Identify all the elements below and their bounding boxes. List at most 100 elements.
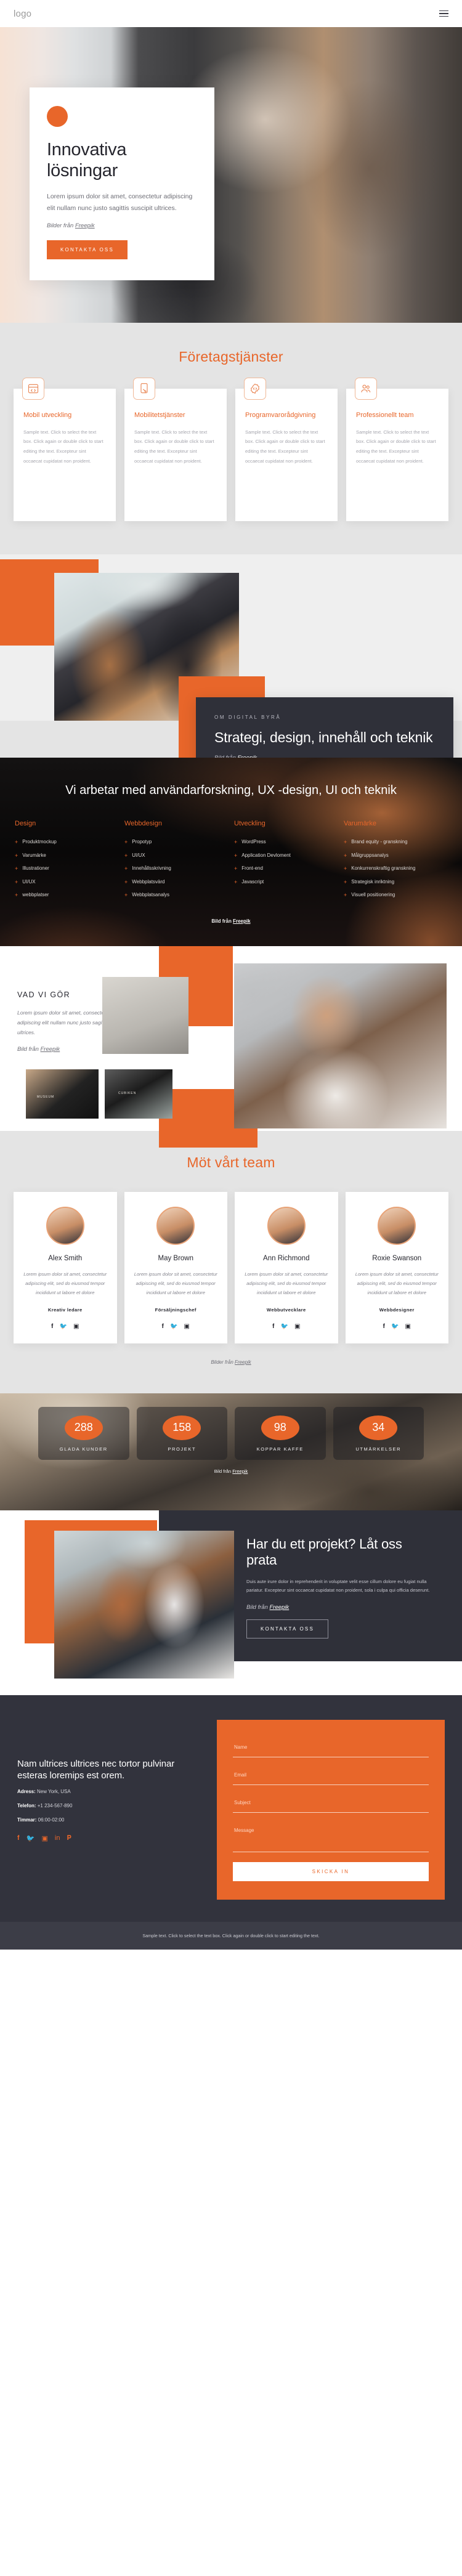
work-column-list: + WordPress + Application Devloment + Front… [234, 836, 338, 889]
pinterest-icon[interactable]: 𝐏 [67, 1834, 71, 1842]
team-member-role: Webbdesigner [379, 1306, 415, 1313]
email-field[interactable]: Email [233, 1764, 429, 1785]
facebook-icon[interactable]: 𝐟 [162, 1323, 164, 1330]
twitter-icon[interactable]: 🐦 [391, 1323, 399, 1330]
team-member-card[interactable]: May Brown Lorem ipsum dolor sit amet, co… [124, 1191, 227, 1343]
twitter-icon[interactable]: 🐦 [60, 1323, 67, 1330]
list-item[interactable]: + Front-end [234, 862, 338, 876]
footer-hours-label: Timmar: [17, 1817, 37, 1823]
what-we-do-credit-prefix: Bild från [17, 1046, 41, 1053]
list-item[interactable]: + UI/UX [15, 876, 118, 889]
list-item[interactable]: + Propotyp [124, 836, 228, 849]
avatar [46, 1206, 84, 1245]
list-item[interactable]: + Strategisk inriktning [344, 876, 447, 889]
work-columns: Design + Produktmockup + Varumärke + Illust… [0, 799, 462, 902]
instagram-icon[interactable]: ▣ [405, 1323, 410, 1330]
list-item[interactable]: + Konkurrenskraftig granskning [344, 862, 447, 876]
message-field[interactable]: Message [233, 1819, 429, 1852]
plus-icon: + [344, 878, 347, 885]
orange-dot-decoration [47, 106, 68, 127]
facebook-icon[interactable]: 𝐟 [383, 1323, 385, 1330]
what-we-do-credit-link[interactable]: Freepik [41, 1046, 60, 1053]
twitter-icon[interactable]: 🐦 [26, 1834, 35, 1842]
code-window-icon [22, 378, 44, 400]
plus-icon: + [124, 865, 128, 872]
services-title: Företagstjänster [179, 349, 283, 365]
list-item[interactable]: + Visuell positionering [344, 889, 447, 902]
hero-credit-prefix: Bilder från [47, 222, 75, 230]
twitter-icon[interactable]: 🐦 [170, 1323, 177, 1330]
list-item[interactable]: + Brand equity - granskning [344, 836, 447, 849]
list-item-label: UI/UX [132, 852, 145, 858]
list-item[interactable]: + Innehållsskrivning [124, 862, 228, 876]
cta-credit-link[interactable]: Freepik [270, 1604, 290, 1611]
linkedin-icon[interactable]: in [55, 1834, 60, 1842]
team-credit-link[interactable]: Freepik [235, 1359, 251, 1365]
list-item-label: Varumärke [22, 852, 46, 858]
facebook-icon[interactable]: 𝐟 [51, 1323, 53, 1330]
twitter-icon[interactable]: 🐦 [281, 1323, 288, 1330]
name-field[interactable]: Name [233, 1736, 429, 1757]
team-member-card[interactable]: Alex Smith Lorem ipsum dolor sit amet, c… [14, 1191, 117, 1343]
list-item[interactable]: + Webbplatsanalys [124, 889, 228, 902]
cta-text: Duis aute irure dolor in reprehenderit i… [246, 1578, 430, 1594]
facebook-icon[interactable]: 𝐟 [17, 1834, 20, 1842]
list-item-label: Javascript [241, 878, 264, 885]
subject-field[interactable]: Subject [233, 1791, 429, 1813]
service-card-title: Mobil utveckling [23, 411, 72, 419]
hamburger-icon[interactable] [439, 10, 448, 17]
email-placeholder: Email [234, 1772, 247, 1778]
team-member-card[interactable]: Ann Richmond Lorem ipsum dolor sit amet,… [235, 1191, 338, 1343]
stat-value: 34 [359, 1415, 398, 1440]
list-item[interactable]: + UI/UX [124, 849, 228, 863]
work-column-heading: Utveckling [234, 820, 265, 827]
work-section: Vi arbetar med användarforskning, UX -de… [0, 758, 462, 946]
list-item-label: Konkurrenskraftig granskning [351, 865, 416, 872]
team-member-card[interactable]: Roxie Swanson Lorem ipsum dolor sit amet… [345, 1191, 448, 1343]
list-item[interactable]: + Varumärke [15, 849, 118, 863]
logo[interactable]: logo [14, 9, 31, 19]
team-member-socials: 𝐟 🐦 ▣ [242, 1323, 331, 1330]
about-eyebrow: OM DIGITAL BYRÅ [214, 715, 282, 720]
plus-icon: + [344, 839, 347, 845]
service-card[interactable]: Mobilitetstjänster Sample text. Click to… [124, 378, 227, 521]
instagram-icon[interactable]: ▣ [184, 1323, 189, 1330]
list-item-label: WordPress [241, 839, 266, 844]
hero-credit-link[interactable]: Freepik [75, 222, 95, 229]
list-item-label: Innehållsskrivning [132, 865, 171, 872]
list-item[interactable]: + Application Devloment [234, 849, 338, 863]
facebook-icon[interactable]: 𝐟 [272, 1323, 274, 1330]
cta-contact-button[interactable]: KONTAKTA OSS [246, 1619, 329, 1639]
stats-credit-link[interactable]: Freepik [232, 1468, 248, 1474]
service-card[interactable]: Professionellt team Sample text. Click t… [346, 378, 448, 521]
team-member-name: Ann Richmond [263, 1254, 310, 1262]
list-item[interactable]: + Målgruppsanalys [344, 849, 447, 863]
cta-title: Har du ett projekt? Låt oss prata [246, 1536, 402, 1568]
footer-hours-value: 06:00-02:00 [36, 1817, 65, 1823]
instagram-icon[interactable]: ▣ [73, 1323, 79, 1330]
avatar [156, 1206, 195, 1245]
plus-icon: + [234, 878, 238, 885]
list-item[interactable]: + Javascript [234, 876, 338, 889]
list-item[interactable]: + WordPress [234, 836, 338, 849]
list-item-label: Brand equity - granskning [351, 839, 408, 844]
plus-icon: + [15, 865, 18, 872]
submit-button[interactable]: SKICKA IN [233, 1861, 429, 1881]
hero-contact-button[interactable]: KONTAKTA OSS [47, 240, 128, 260]
work-credit-link[interactable]: Freepik [233, 918, 250, 924]
list-item[interactable]: + Produktmockup [15, 836, 118, 849]
list-item[interactable]: + Illustrationer [15, 862, 118, 876]
work-title: Vi arbetar med användarforskning, UX -de… [65, 784, 397, 797]
instagram-icon[interactable]: ▣ [294, 1323, 300, 1330]
service-card[interactable]: Programvarorådgivning Sample text. Click… [235, 378, 338, 521]
service-card[interactable]: Mobil utveckling Sample text. Click to s… [14, 378, 116, 521]
footer-phone-value: +1 234-567-890 [36, 1802, 73, 1808]
list-item[interactable]: + webbplatser [15, 889, 118, 902]
instagram-icon[interactable]: ▣ [41, 1834, 47, 1842]
list-item[interactable]: + Webbplatsvärd [124, 876, 228, 889]
landing-page: logo Innovativa lösningar Lorem ipsum do… [0, 0, 462, 1950]
plus-icon: + [234, 865, 238, 872]
mobile-tap-icon [133, 378, 155, 400]
stat-label: UTMÄRKELSER [355, 1446, 402, 1452]
plus-icon: + [234, 839, 238, 845]
